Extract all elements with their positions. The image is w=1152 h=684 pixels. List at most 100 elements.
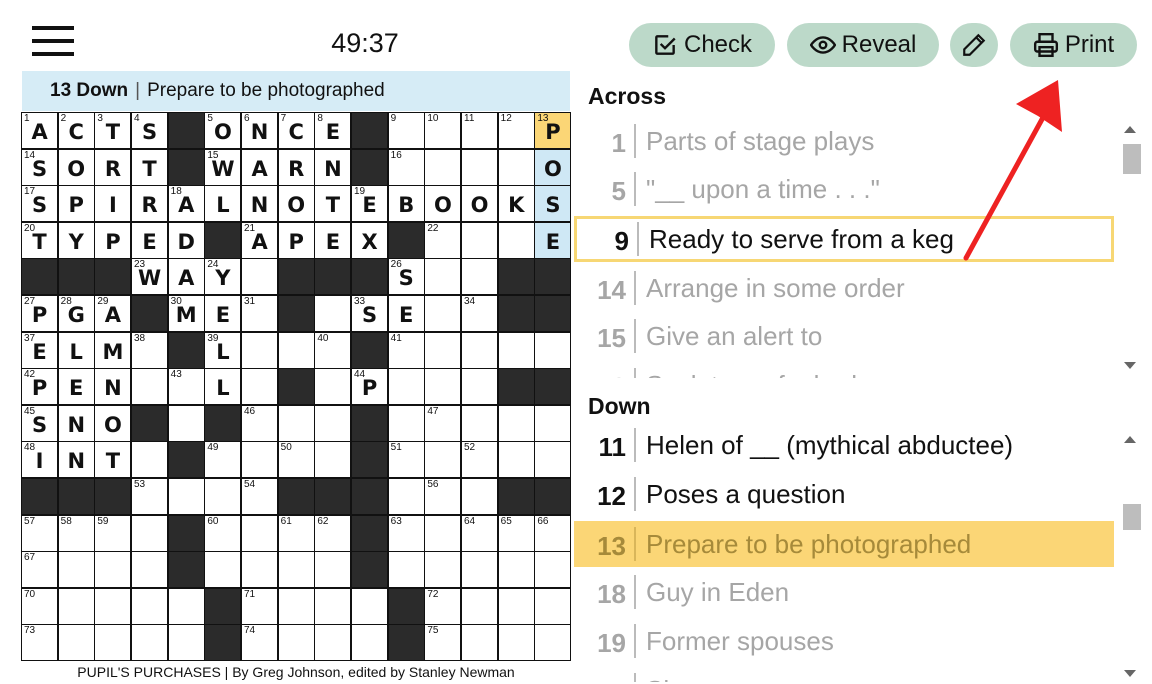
grid-cell[interactable]: 57 <box>22 515 58 551</box>
grid-cell[interactable]: 53 <box>132 479 168 515</box>
grid-cell[interactable] <box>315 296 351 332</box>
grid-cell[interactable]: 46 <box>242 405 278 441</box>
grid-cell[interactable]: E <box>315 222 351 258</box>
grid-cell[interactable] <box>535 405 571 441</box>
grid-cell[interactable] <box>462 625 498 661</box>
grid-cell[interactable]: 27 P <box>22 296 58 332</box>
grid-cell[interactable] <box>425 149 461 185</box>
grid-cell[interactable]: O <box>58 149 94 185</box>
grid-cell[interactable]: 58 <box>58 515 94 551</box>
grid-cell[interactable]: 45 S <box>22 405 58 441</box>
grid-cell[interactable]: 49 <box>205 442 241 478</box>
grid-cell[interactable] <box>462 369 498 405</box>
grid-cell[interactable] <box>425 515 461 551</box>
grid-cell[interactable] <box>498 332 534 368</box>
grid-cell[interactable]: 19 E <box>352 186 388 222</box>
grid-cell[interactable] <box>498 222 534 258</box>
grid-cell[interactable]: O <box>425 186 461 222</box>
grid-cell[interactable]: 13 P <box>535 113 571 149</box>
clue-item[interactable]: 21Shout out <box>574 667 1114 682</box>
grid-cell[interactable] <box>242 332 278 368</box>
grid-cell[interactable] <box>132 588 168 624</box>
grid-cell[interactable]: 71 <box>242 588 278 624</box>
grid-cell[interactable]: 40 <box>315 332 351 368</box>
grid-cell[interactable]: I <box>95 186 131 222</box>
grid-cell[interactable] <box>168 405 204 441</box>
grid-cell[interactable]: 47 <box>425 405 461 441</box>
clue-item[interactable]: 13 Prepare to be photographed <box>574 521 1114 567</box>
scroll-thumb[interactable] <box>1123 144 1141 174</box>
grid-cell[interactable]: 52 <box>462 442 498 478</box>
grid-cell[interactable]: E <box>132 222 168 258</box>
grid-cell[interactable] <box>242 259 278 295</box>
grid-cell[interactable] <box>242 515 278 551</box>
grid-cell[interactable] <box>278 625 314 661</box>
grid-cell[interactable]: 73 <box>22 625 58 661</box>
grid-cell[interactable] <box>425 259 461 295</box>
grid-cell[interactable]: 18 A <box>168 186 204 222</box>
grid-cell[interactable]: 14 S <box>22 149 58 185</box>
grid-cell[interactable]: 16 <box>388 149 424 185</box>
grid-cell[interactable] <box>425 442 461 478</box>
grid-cell[interactable]: E <box>535 222 571 258</box>
grid-cell[interactable]: 42 P <box>22 369 58 405</box>
clue-item[interactable]: 18 Guy in Eden <box>574 569 1114 615</box>
grid-cell[interactable]: 7C <box>278 113 314 149</box>
grid-cell[interactable]: 65 <box>498 515 534 551</box>
print-button[interactable]: Print <box>1010 23 1137 67</box>
grid-cell[interactable] <box>278 405 314 441</box>
grid-cell[interactable]: B <box>388 186 424 222</box>
clue-item[interactable]: 11 Helen of __ (mythical abductee) <box>574 422 1114 468</box>
grid-cell[interactable]: N <box>58 405 94 441</box>
grid-cell[interactable] <box>132 552 168 588</box>
grid-cell[interactable] <box>315 588 351 624</box>
grid-cell[interactable]: A <box>242 149 278 185</box>
grid-cell[interactable]: 50 <box>278 442 314 478</box>
clue-item[interactable]: 9 Ready to serve from a keg <box>574 216 1114 262</box>
grid-cell[interactable] <box>58 552 94 588</box>
grid-cell[interactable]: 21 A <box>242 222 278 258</box>
check-button[interactable]: Check <box>629 23 775 67</box>
grid-cell[interactable] <box>462 588 498 624</box>
grid-cell[interactable] <box>352 588 388 624</box>
clue-item[interactable]: 16Sculpture of a body <box>574 362 1114 378</box>
across-scrollbar[interactable] <box>1120 120 1144 376</box>
grid-cell[interactable] <box>535 552 571 588</box>
grid-cell[interactable] <box>462 332 498 368</box>
grid-cell[interactable] <box>388 552 424 588</box>
grid-cell[interactable]: L <box>205 369 241 405</box>
grid-cell[interactable]: 63 <box>388 515 424 551</box>
grid-cell[interactable]: 39 L <box>205 332 241 368</box>
grid-cell[interactable]: 15 W <box>205 149 241 185</box>
grid-cell[interactable]: L <box>205 186 241 222</box>
grid-cell[interactable]: M <box>95 332 131 368</box>
grid-cell[interactable]: P <box>278 222 314 258</box>
grid-cell[interactable] <box>168 625 204 661</box>
grid-cell[interactable] <box>132 369 168 405</box>
grid-cell[interactable]: T <box>315 186 351 222</box>
grid-cell[interactable]: 20 T <box>22 222 58 258</box>
grid-cell[interactable]: X <box>352 222 388 258</box>
grid-cell[interactable]: 44 P <box>352 369 388 405</box>
clue-item[interactable]: 1 Parts of stage plays <box>574 118 1114 164</box>
grid-cell[interactable] <box>462 479 498 515</box>
scroll-down-icon[interactable] <box>1124 670 1136 677</box>
grid-cell[interactable]: 60 <box>205 515 241 551</box>
grid-cell[interactable]: N <box>315 149 351 185</box>
grid-cell[interactable] <box>242 442 278 478</box>
grid-cell[interactable]: D <box>168 222 204 258</box>
grid-cell[interactable]: 28 G <box>58 296 94 332</box>
grid-cell[interactable]: 23 W <box>132 259 168 295</box>
grid-cell[interactable]: N <box>95 369 131 405</box>
grid-cell[interactable] <box>535 442 571 478</box>
grid-cell[interactable]: 30 M <box>168 296 204 332</box>
grid-cell[interactable]: O <box>278 186 314 222</box>
grid-cell[interactable]: 70 <box>22 588 58 624</box>
grid-cell[interactable]: 34 <box>462 296 498 332</box>
grid-cell[interactable]: 6N <box>242 113 278 149</box>
grid-cell[interactable]: T <box>95 442 131 478</box>
grid-cell[interactable]: E <box>388 296 424 332</box>
scroll-down-icon[interactable] <box>1124 362 1136 369</box>
scroll-up-icon[interactable] <box>1124 436 1136 443</box>
grid-cell[interactable] <box>425 552 461 588</box>
